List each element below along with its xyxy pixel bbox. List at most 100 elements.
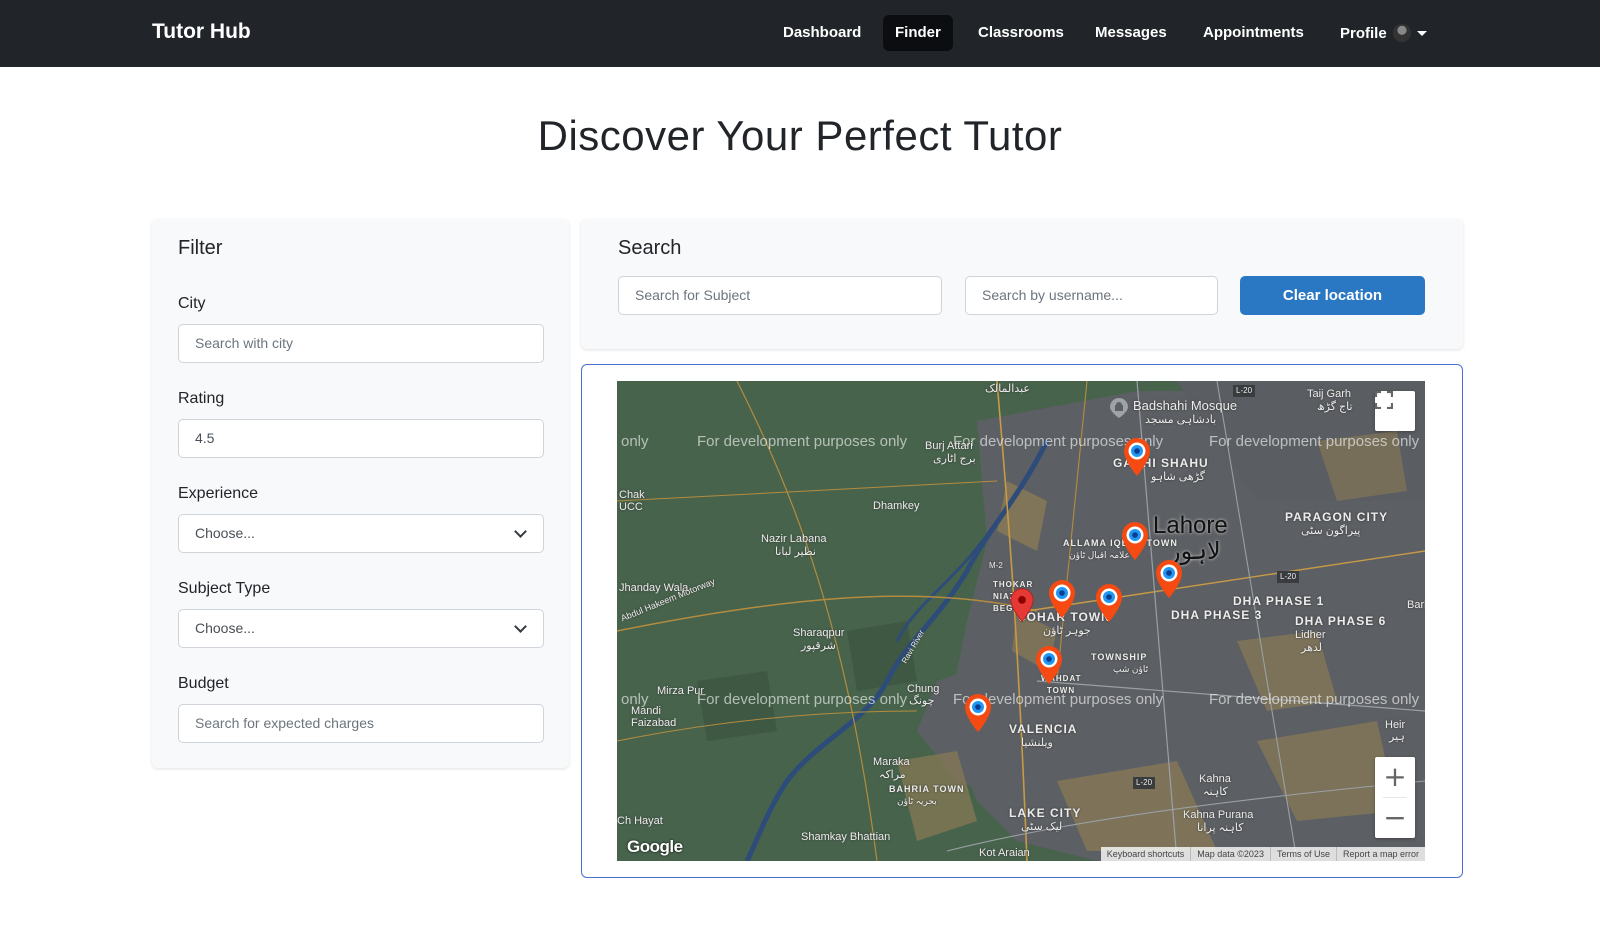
city-input[interactable]: Search with city — [178, 324, 544, 363]
map-label-lahore: Lahore — [1153, 512, 1228, 539]
map-label: پیراگون سٹی — [1301, 525, 1361, 537]
map-label: PARAGON CITY — [1285, 510, 1389, 524]
nav-classrooms[interactable]: Classrooms — [966, 15, 1076, 51]
avatar — [1392, 24, 1411, 42]
nav-appointments[interactable]: Appointments — [1191, 15, 1316, 51]
filter-title: Filter — [178, 237, 223, 259]
map-label: Sharaqpur — [793, 627, 845, 639]
map-label: VALENCIA — [1009, 722, 1078, 736]
map-label: کاہنہ — [1203, 786, 1228, 798]
zoom-control: + − — [1375, 757, 1415, 838]
google-logo[interactable]: Google — [627, 837, 683, 857]
chevron-down-icon — [514, 620, 527, 633]
map-label: تاج گڑھ — [1317, 401, 1353, 413]
map-label: BAHRIA TOWN — [889, 784, 965, 794]
fullscreen-button[interactable] — [1375, 391, 1415, 431]
map-label: ویلنشیا — [1021, 737, 1053, 749]
map-label: TOWNSHIP — [1091, 652, 1148, 662]
chevron-down-icon — [514, 525, 527, 538]
map-label: جوہر ٹاؤن — [1043, 625, 1091, 637]
map-label: LAKE CITY — [1009, 806, 1082, 820]
map-label: مراکہ — [879, 769, 906, 781]
zoom-out-button[interactable]: − — [1375, 798, 1415, 838]
map-label-badshahi: Badshahi Mosque — [1133, 398, 1238, 413]
map-label: M-2 — [989, 561, 1003, 570]
rating-label: Rating — [178, 390, 225, 407]
map[interactable]: only For development purposes only For d… — [617, 381, 1425, 861]
map-label: عبدالمالک — [985, 383, 1030, 395]
tutor-pin-icon[interactable] — [964, 693, 992, 733]
keyboard-shortcuts-link[interactable]: Keyboard shortcuts — [1101, 847, 1191, 861]
budget-input[interactable]: Search for expected charges — [178, 704, 544, 743]
map-watermark: For development purposes only — [1209, 691, 1420, 708]
map-label: Ch Hayat — [617, 815, 663, 827]
map-label: Burj Attari — [925, 440, 973, 452]
clear-location-button[interactable]: Clear location — [1240, 276, 1425, 315]
map-label: بحریہ ٹاؤن — [897, 796, 937, 806]
brand-logo[interactable]: Tutor Hub — [152, 20, 251, 44]
tutor-pin-icon[interactable] — [1155, 559, 1183, 599]
subject-type-selected: Choose... — [195, 620, 255, 636]
subject-type-select[interactable]: Choose... — [178, 609, 544, 648]
map-label: شرقپور — [801, 640, 836, 652]
terms-of-use-link[interactable]: Terms of Use — [1269, 847, 1336, 861]
map-watermark-fragment: only — [621, 433, 649, 450]
budget-label: Budget — [178, 675, 229, 692]
map-road-label: L-20 — [1277, 571, 1300, 583]
map-label: گڑھی شاہو — [1151, 471, 1206, 483]
map-label: Maraka — [873, 756, 910, 768]
experience-label: Experience — [178, 485, 259, 502]
subject-search-input[interactable]: Search for Subject — [618, 276, 942, 315]
map-label: DHA PHASE 6 — [1295, 614, 1387, 628]
profile-dropdown[interactable]: Profile — [1340, 15, 1427, 51]
map-watermark: For development purposes only — [697, 691, 908, 708]
profile-label: Profile — [1340, 24, 1387, 42]
map-label: بادشاہی مسجد — [1145, 414, 1217, 426]
map-attribution: Keyboard shortcuts Map data ©2023 Terms … — [1100, 847, 1425, 861]
map-label: لدھر — [1301, 642, 1322, 654]
nav-finder[interactable]: Finder — [883, 15, 953, 51]
nav-dashboard[interactable]: Dashboard — [771, 15, 873, 51]
location-pin-icon[interactable] — [1010, 587, 1034, 623]
experience-select[interactable]: Choose... — [178, 514, 544, 553]
tutor-pin-icon[interactable] — [1035, 645, 1063, 685]
mosque-icon — [1110, 398, 1128, 418]
map-label: DHA PHASE 1 — [1233, 594, 1325, 608]
map-label: Chung — [907, 683, 940, 695]
tutor-pin-icon[interactable] — [1048, 579, 1076, 619]
experience-selected: Choose... — [195, 525, 255, 541]
map-label: ہیر — [1389, 731, 1405, 743]
tutor-pin-icon[interactable] — [1121, 521, 1149, 561]
map-watermark: For development purposes only — [1209, 433, 1420, 450]
caret-down-icon — [1416, 30, 1427, 36]
map-label: لیک سٹی — [1021, 821, 1063, 833]
map-label: DHA PHASE 3 — [1171, 608, 1263, 622]
map-label: Mandi Faizabad — [631, 705, 677, 729]
map-label: UCC — [619, 501, 643, 513]
report-map-error-link[interactable]: Report a map error — [1335, 847, 1425, 861]
rating-input[interactable]: 4.5 — [178, 419, 544, 458]
map-road-label: L-20 — [1133, 777, 1156, 789]
map-label: Kahna — [1199, 773, 1231, 785]
map-label: Shamkay Bhattian — [801, 831, 891, 843]
navbar: Tutor Hub Dashboard Finder Classrooms Me… — [0, 0, 1600, 67]
map-label: Kot Araian — [979, 847, 1030, 859]
map-label: Heir — [1385, 719, 1406, 731]
map-label: نظیر لبانا — [775, 546, 816, 558]
zoom-in-button[interactable]: + — [1375, 757, 1415, 797]
map-road-label: L-20 — [1233, 385, 1256, 397]
tutor-pin-icon[interactable] — [1095, 583, 1123, 623]
nav-messages[interactable]: Messages — [1083, 15, 1179, 51]
map-label: چونگ — [909, 695, 935, 707]
tutor-pin-icon[interactable] — [1123, 437, 1151, 477]
map-label: Kahna Purana — [1183, 809, 1254, 821]
map-label: Taij Garh — [1307, 388, 1352, 400]
map-label: Chak — [619, 489, 645, 501]
map-label: Mirza Pur — [657, 685, 705, 697]
username-search-input[interactable]: Search by username... — [965, 276, 1218, 315]
map-watermark: For development purposes only — [697, 433, 908, 450]
map-label: Nazir Labana — [761, 533, 827, 545]
map-label: کاہنہ پرانا — [1197, 822, 1244, 834]
search-title: Search — [618, 237, 682, 259]
map-data-text: Map data ©2023 — [1190, 847, 1270, 861]
